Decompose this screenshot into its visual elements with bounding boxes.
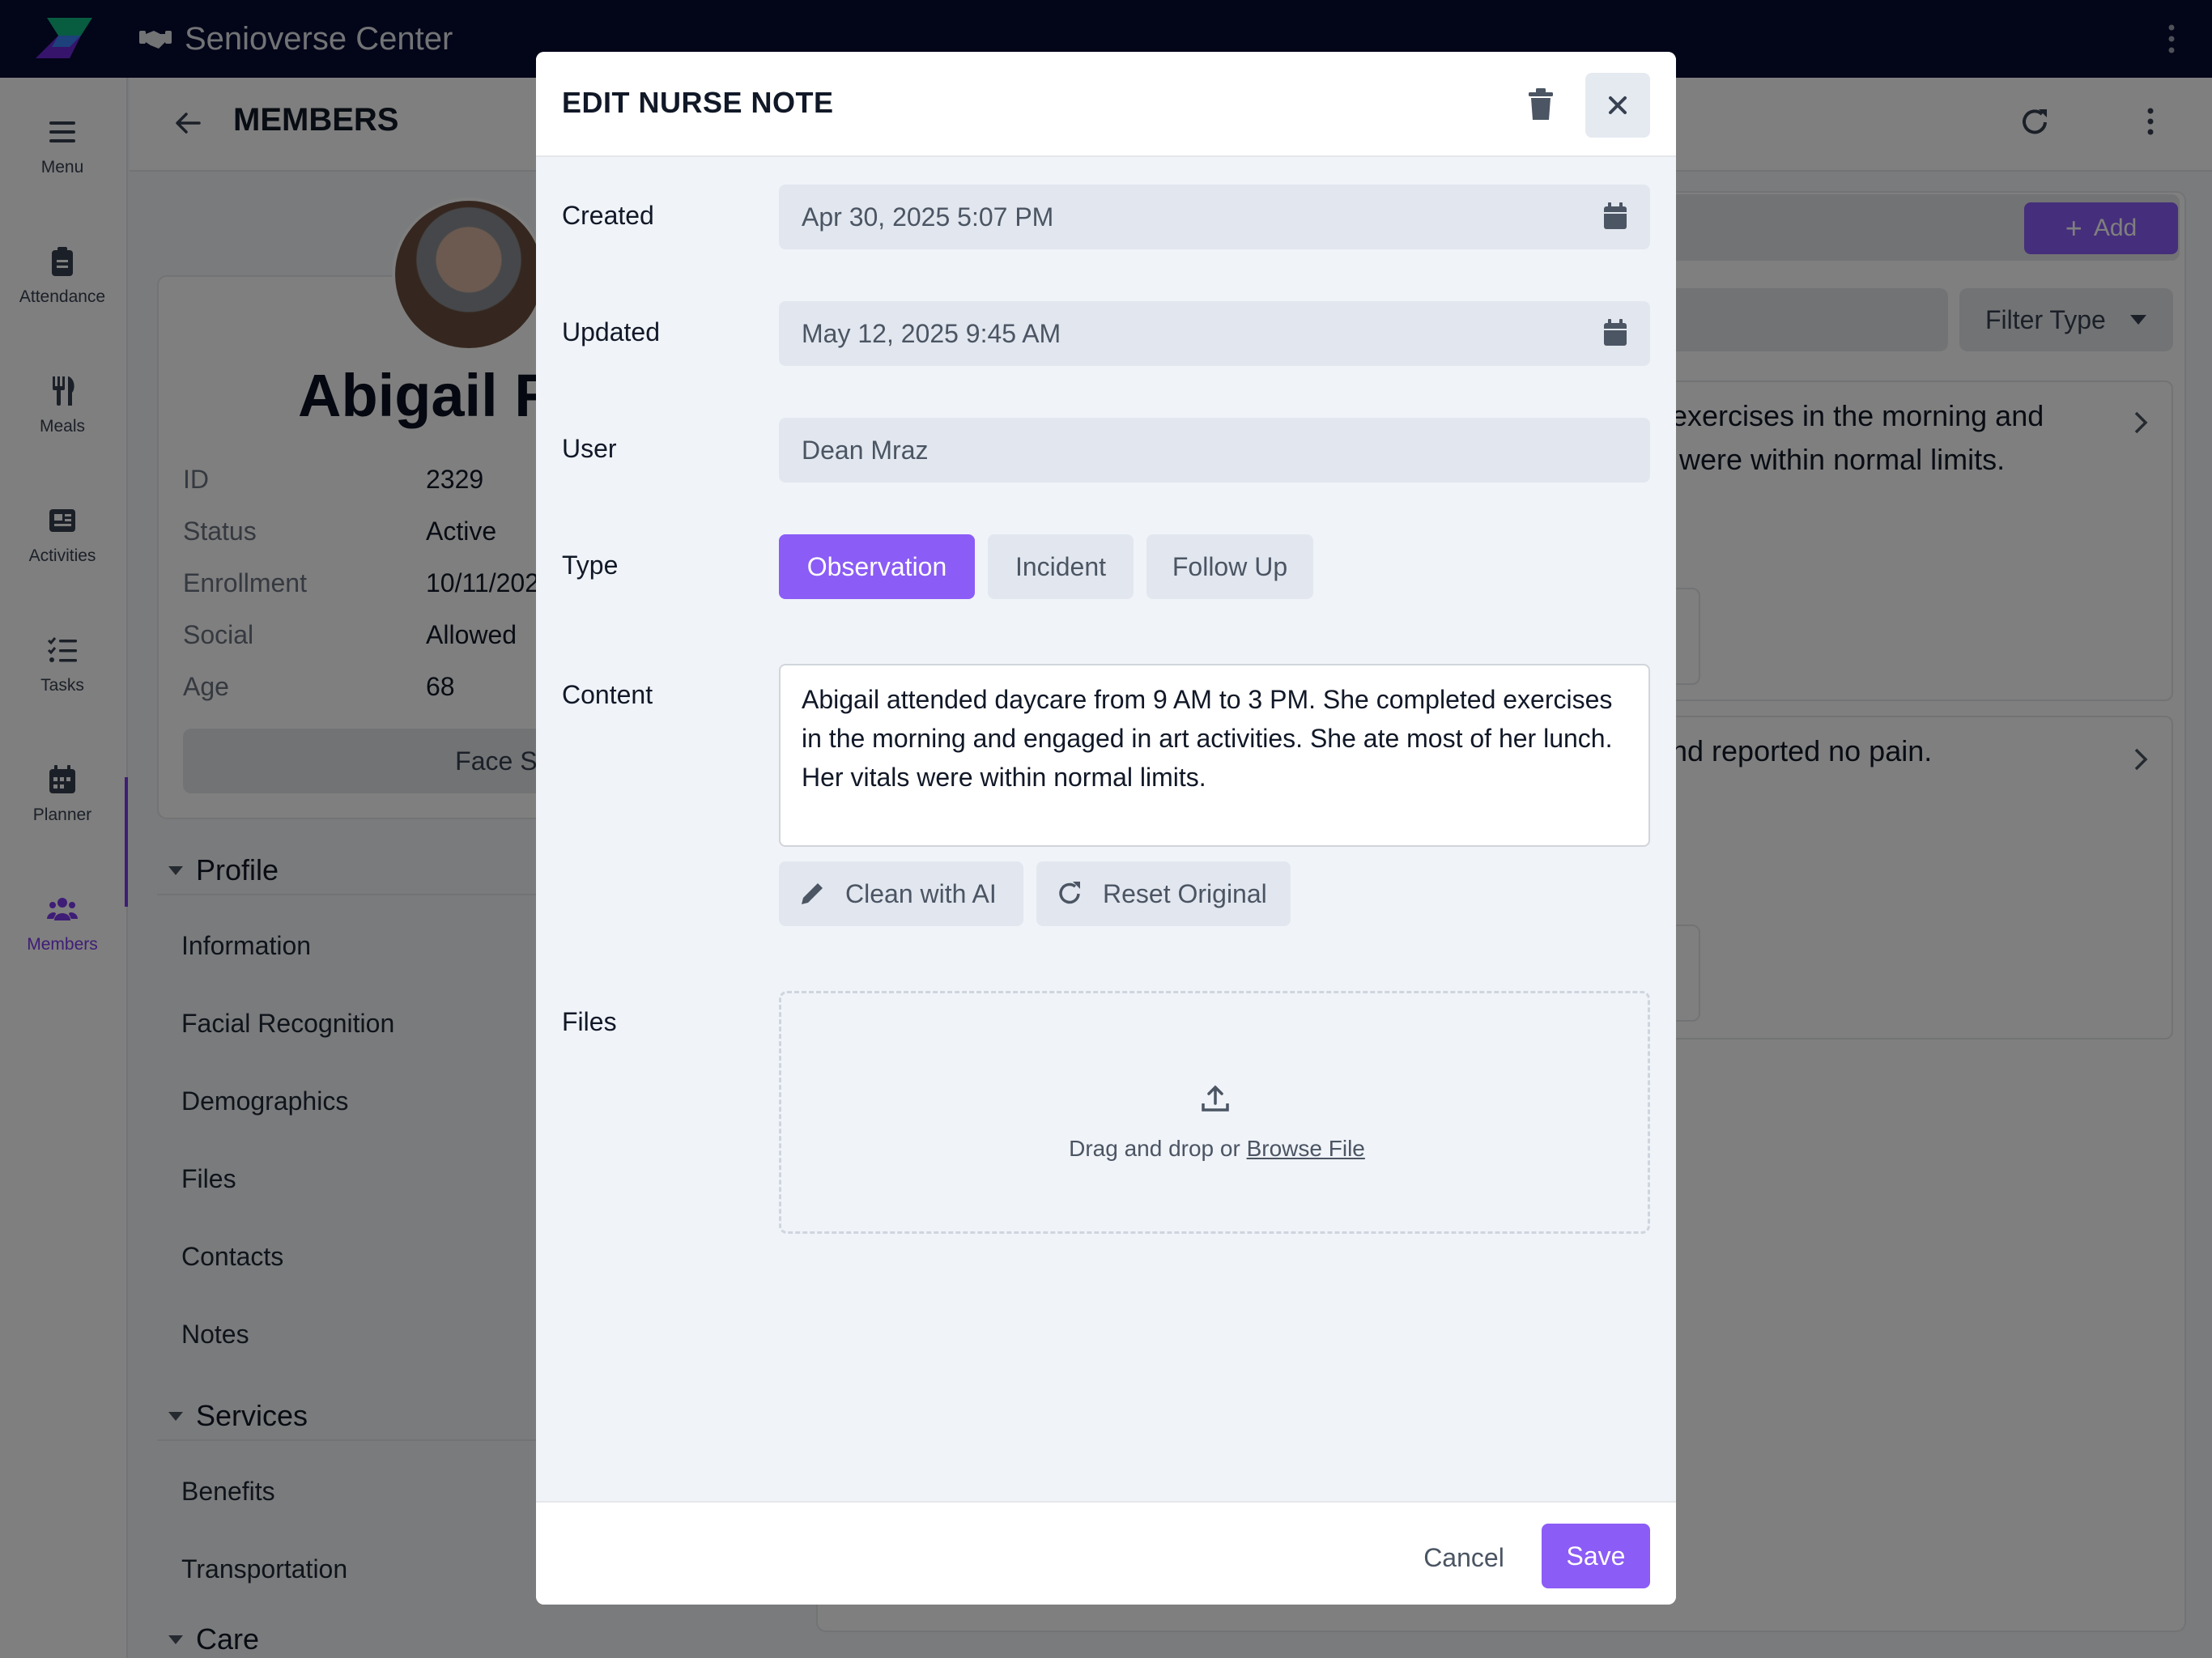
updated-date-field[interactable]: May 12, 2025 9:45 AM (779, 301, 1650, 366)
file-dropzone[interactable]: Drag and drop or Browse File (779, 991, 1650, 1234)
save-button[interactable]: Save (1542, 1524, 1650, 1588)
type-incident-button[interactable]: Incident (988, 534, 1134, 599)
pencil-icon (802, 883, 823, 904)
content-label: Content (562, 680, 653, 709)
modal-footer: Cancel Save (536, 1501, 1676, 1605)
clean-with-ai-label: Clean with AI (845, 878, 997, 908)
content-textarea[interactable]: Abigail attended daycare from 9 AM to 3 … (779, 664, 1650, 847)
drop-instructions: Drag and drop or Browse File (781, 1136, 1653, 1162)
clean-with-ai-button[interactable]: Clean with AI (779, 861, 1023, 926)
type-observation-button[interactable]: Observation (779, 534, 975, 599)
files-label: Files (562, 1007, 617, 1036)
upload-icon (1202, 1085, 1229, 1112)
created-date-value: Apr 30, 2025 5:07 PM (802, 202, 1054, 232)
reset-original-label: Reset Original (1103, 878, 1267, 908)
close-button[interactable] (1585, 73, 1650, 138)
calendar-icon[interactable] (1603, 202, 1627, 230)
edit-nurse-note-modal: EDIT NURSE NOTE Created Apr 30, 2025 5:0… (536, 52, 1676, 1605)
updated-label: Updated (562, 317, 660, 346)
calendar-icon[interactable] (1603, 319, 1627, 346)
rotate-icon (1059, 882, 1080, 904)
created-date-field[interactable]: Apr 30, 2025 5:07 PM (779, 185, 1650, 249)
type-label: Type (562, 551, 619, 580)
user-label: User (562, 434, 617, 463)
created-label: Created (562, 201, 654, 230)
cancel-button[interactable]: Cancel (1407, 1525, 1521, 1590)
updated-date-value: May 12, 2025 9:45 AM (802, 318, 1061, 348)
type-follow-up-button[interactable]: Follow Up (1146, 534, 1313, 599)
user-field[interactable]: Dean Mraz (779, 418, 1650, 483)
close-icon (1609, 96, 1627, 114)
modal-header: EDIT NURSE NOTE (536, 52, 1676, 157)
user-value: Dean Mraz (802, 435, 929, 465)
drop-text: Drag and drop or (1069, 1136, 1240, 1161)
modal-title: EDIT NURSE NOTE (562, 86, 834, 119)
browse-file-link[interactable]: Browse File (1247, 1136, 1365, 1161)
trash-icon[interactable] (1525, 87, 1556, 121)
reset-original-button[interactable]: Reset Original (1036, 861, 1291, 926)
